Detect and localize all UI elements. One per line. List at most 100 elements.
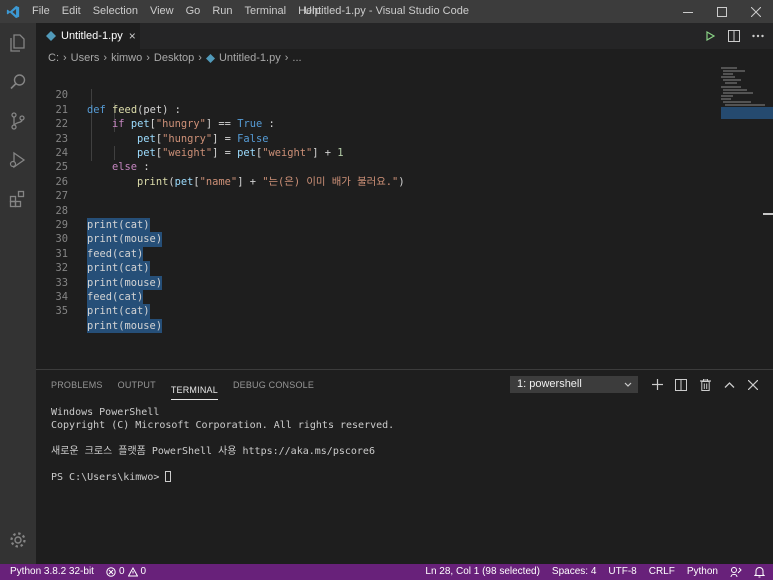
code-line: 30 feed(cat) xyxy=(36,218,676,262)
new-terminal-icon[interactable] xyxy=(650,378,664,392)
status-bar: Python 3.8.2 32-bit 0 0 Ln 28, Col 1 (98… xyxy=(0,564,773,580)
menu-file[interactable]: File xyxy=(26,0,56,23)
minimap[interactable] xyxy=(721,67,773,369)
terminal-line: Copyright (C) Microsoft Corporation. All… xyxy=(51,420,395,431)
scrollbar-marker xyxy=(763,213,773,215)
line-ending[interactable]: CRLF xyxy=(649,564,675,580)
editor-tab-bar: Untitled-1.py × xyxy=(36,23,773,49)
file-encoding[interactable]: UTF-8 xyxy=(608,564,636,580)
warning-count: 0 xyxy=(140,566,147,577)
python-interpreter[interactable]: Python 3.8.2 32-bit xyxy=(10,564,94,580)
problems-summary[interactable]: 0 0 xyxy=(106,564,146,580)
code-line: 35 print(mouse) xyxy=(36,290,676,334)
tab-output[interactable]: OUTPUT xyxy=(118,370,156,400)
code-line: 25 print(pet["name"] + "는(은) 이미 배가 불러요."… xyxy=(36,146,676,187)
explorer-icon[interactable] xyxy=(0,23,36,62)
trash-icon[interactable] xyxy=(698,378,712,392)
code-line: 22 pet["hungry"] = False xyxy=(36,103,676,144)
run-debug-icon[interactable] xyxy=(0,140,36,179)
line-number: 35 xyxy=(55,305,68,318)
split-editor-icon[interactable] xyxy=(727,29,741,43)
terminal-prompt-line: PS C:\Users\kimwo> xyxy=(51,471,394,484)
more-actions-icon[interactable] xyxy=(751,29,765,43)
line-content: print(cat) xyxy=(87,304,150,319)
warning-icon xyxy=(127,567,138,577)
breadcrumb-file[interactable]: Untitled-1.py xyxy=(219,52,281,64)
code-line: 31 print(cat) xyxy=(36,232,676,276)
panel-actions xyxy=(650,376,760,393)
chevron-right-icon: › xyxy=(63,52,67,64)
maximize-panel-icon[interactable] xyxy=(722,378,736,392)
code-line: 26 xyxy=(36,160,676,188)
activity-bar xyxy=(0,23,36,564)
bottom-panel: PROBLEMS OUTPUT TERMINAL DEBUG CONSOLE 1… xyxy=(36,369,773,564)
error-icon xyxy=(106,567,116,577)
chevron-down-icon xyxy=(623,376,633,399)
source-control-icon[interactable] xyxy=(0,101,36,140)
close-window-button[interactable] xyxy=(739,0,773,23)
tab-untitled-1[interactable]: Untitled-1.py × xyxy=(36,23,140,49)
chevron-right-icon: › xyxy=(284,52,289,64)
error-count: 0 xyxy=(118,566,125,577)
code-line: 23 pet["weight"] = pet["weight"] + 1 xyxy=(36,117,676,159)
settings-gear-icon[interactable] xyxy=(0,522,36,558)
notifications-bell-icon[interactable] xyxy=(754,566,765,578)
code-line: 29 print(mouse) xyxy=(36,204,676,247)
code-line: 34 print(cat) xyxy=(36,276,676,319)
menu-view[interactable]: View xyxy=(144,0,180,23)
breadcrumb-more[interactable]: ... xyxy=(292,52,301,64)
menu-selection[interactable]: Selection xyxy=(87,0,144,23)
feedback-icon[interactable] xyxy=(730,566,742,578)
extensions-icon[interactable] xyxy=(0,179,36,218)
code-line: 28 print(cat) xyxy=(36,189,676,233)
code-line: 20 def feed(pet) : xyxy=(36,74,676,115)
terminal-select[interactable]: 1: powershell xyxy=(510,376,638,393)
tab-terminal[interactable]: TERMINAL xyxy=(170,376,218,400)
menu-go[interactable]: Go xyxy=(180,0,207,23)
breadcrumb-desktop[interactable]: Desktop xyxy=(154,52,194,64)
tab-problems[interactable]: PROBLEMS xyxy=(51,370,103,400)
chevron-right-icon: › xyxy=(103,52,108,64)
code-line: 33 feed(cat) xyxy=(36,261,676,305)
breadcrumb: C: › Users › kimwo › Desktop › Untitled-… xyxy=(36,49,773,67)
menu-help[interactable]: Help xyxy=(292,0,327,23)
menu-edit[interactable]: Edit xyxy=(56,0,87,23)
chevron-right-icon: › xyxy=(146,52,150,64)
python-file-icon xyxy=(46,31,56,41)
python-file-icon xyxy=(205,53,215,63)
maximize-button[interactable] xyxy=(705,0,739,23)
run-python-file-icon[interactable] xyxy=(703,29,717,43)
language-mode[interactable]: Python xyxy=(687,564,718,580)
terminal-line: 새로운 크로스 플랫폼 PowerShell 사용 https://aka.ms… xyxy=(51,446,375,457)
breadcrumb-kimwo[interactable]: kimwo xyxy=(111,52,142,64)
minimap-selection xyxy=(721,107,773,119)
terminal-line: Windows PowerShell xyxy=(51,407,160,418)
menu-run[interactable]: Run xyxy=(206,0,238,23)
panel-tabs: PROBLEMS OUTPUT TERMINAL DEBUG CONSOLE xyxy=(51,370,314,400)
breadcrumb-drive[interactable]: C: xyxy=(48,52,59,64)
cursor-position[interactable]: Ln 28, Col 1 (98 selected) xyxy=(425,564,540,580)
line-content: print(mouse) xyxy=(87,318,163,334)
terminal-output[interactable]: Windows PowerShell Copyright (C) Microso… xyxy=(51,406,394,484)
split-terminal-icon[interactable] xyxy=(674,378,688,392)
tab-close-icon[interactable]: × xyxy=(129,29,136,43)
search-icon[interactable] xyxy=(0,62,36,101)
tab-label: Untitled-1.py xyxy=(61,30,123,42)
code-line: 24 else : xyxy=(36,132,676,173)
menu-terminal[interactable]: Terminal xyxy=(239,0,293,23)
code-line: 27 xyxy=(36,175,676,202)
editor-actions xyxy=(703,23,765,49)
terminal-cursor xyxy=(165,471,172,482)
code-editor[interactable]: 20 def feed(pet) : 21 if pet["hungry"] =… xyxy=(36,67,773,369)
title-bar: File Edit Selection View Go Run Terminal… xyxy=(0,0,773,23)
indentation[interactable]: Spaces: 4 xyxy=(552,564,596,580)
window-controls xyxy=(671,0,773,23)
close-panel-icon[interactable] xyxy=(746,378,760,392)
vscode-logo-icon xyxy=(0,0,26,23)
tab-debug-console[interactable]: DEBUG CONSOLE xyxy=(233,370,314,400)
minimize-button[interactable] xyxy=(671,0,705,23)
breadcrumb-users[interactable]: Users xyxy=(71,52,100,64)
terminal-prompt: PS C:\Users\kimwo> xyxy=(51,472,166,483)
